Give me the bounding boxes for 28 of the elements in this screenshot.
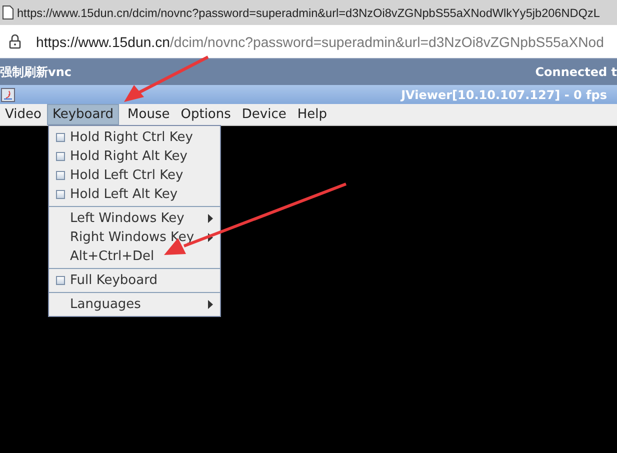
- menu-option[interactable]: Languages: [70, 297, 141, 312]
- menu-item[interactable]: Device: [236, 104, 292, 125]
- refresh-link[interactable]: 强制刷新vnc: [0, 64, 72, 80]
- menu-item[interactable]: Help: [292, 104, 332, 125]
- menu-option[interactable]: Hold Left Ctrl Key: [70, 168, 184, 183]
- window-title: JViewer[10.10.107.127] - 0 fps: [401, 88, 607, 102]
- checkbox[interactable]: [56, 276, 65, 285]
- menu-option[interactable]: Hold Right Alt Key: [70, 149, 188, 164]
- menu-option[interactable]: Left Windows Key: [70, 211, 184, 226]
- submenu-arrow-icon: [208, 300, 213, 309]
- menu-item[interactable]: Options: [176, 104, 236, 125]
- menu-option[interactable]: Hold Left Alt Key: [70, 187, 178, 202]
- java-icon: [1, 88, 15, 102]
- menu-option[interactable]: Alt+Ctrl+Del: [70, 249, 154, 264]
- submenu-arrow-icon: [208, 233, 213, 242]
- submenu-arrow-icon: [208, 214, 213, 223]
- checkbox[interactable]: [56, 152, 65, 161]
- checkbox[interactable]: [56, 190, 65, 199]
- menu-item[interactable]: Keyboard: [47, 104, 119, 125]
- checkbox[interactable]: [56, 133, 65, 142]
- connection-status: Connected t: [535, 65, 617, 79]
- menu-option[interactable]: Hold Right Ctrl Key: [70, 130, 193, 145]
- checkbox[interactable]: [56, 171, 65, 180]
- menu-item[interactable]: Video: [0, 104, 46, 125]
- menu-item[interactable]: Mouse: [122, 104, 175, 125]
- lock-icon[interactable]: [9, 34, 21, 49]
- page-icon: [2, 5, 14, 20]
- menu-option[interactable]: Full Keyboard: [70, 273, 158, 288]
